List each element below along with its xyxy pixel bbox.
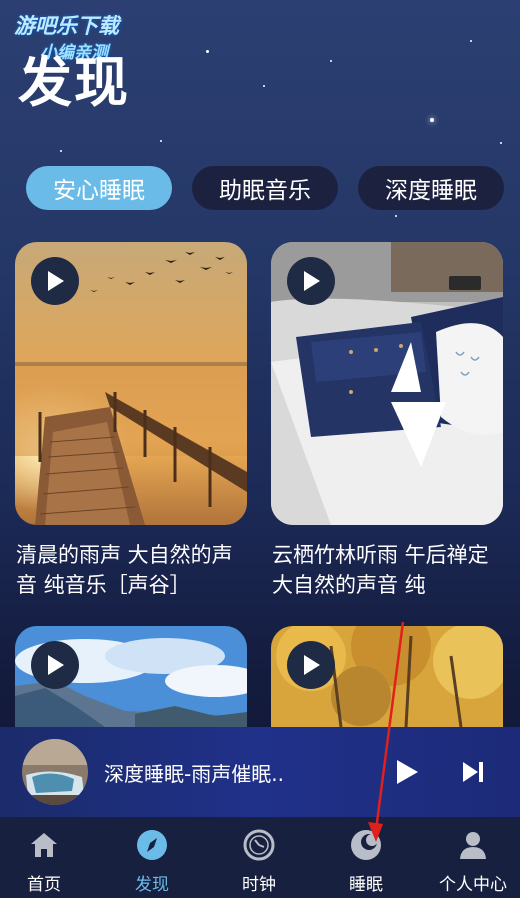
page-title: 发现 [18,51,130,114]
nav-item-home[interactable]: 首页 [0,817,96,898]
sound-card[interactable] [15,626,247,727]
sound-card[interactable] [271,626,503,727]
card-title[interactable]: 云栖竹林听雨 午后禅定 大自然的声音 纯 [272,540,508,600]
watermark-line1: 游吧乐下载 [14,14,119,38]
card-image-autumn-forest [271,626,503,727]
bottom-nav: 首页 发现 时钟 睡眠 个人中心 [0,817,520,898]
sound-card[interactable] [15,242,247,525]
clock-icon [243,829,275,861]
nav-label-profile: 个人中心 [439,875,507,895]
nav-label-discover: 发现 [135,875,169,895]
player-track-title: 深度睡眠-雨声催眠.. [104,762,284,786]
nav-item-clock[interactable]: 时钟 [207,817,311,898]
card-image-sunrise-pier [15,242,247,525]
nav-item-sleep[interactable]: 睡眠 [314,817,418,898]
play-icon [48,271,64,291]
nav-label-clock: 时钟 [242,875,276,895]
card-image-resting-person [271,242,503,525]
play-icon [304,271,320,291]
play-icon [397,760,418,784]
compass-icon [137,830,167,860]
play-button[interactable] [287,641,335,689]
tab-sleep-music[interactable]: 助眠音乐 [192,166,338,210]
skip-next-icon [463,762,483,782]
nav-label-home: 首页 [27,875,61,895]
play-icon [48,655,64,675]
home-icon [31,833,57,857]
moon-icon [351,830,381,860]
nav-item-discover[interactable]: 发现 [100,817,204,898]
nav-item-profile[interactable]: 个人中心 [421,817,520,898]
player-cover-art[interactable] [22,739,88,805]
sound-card[interactable] [271,242,503,525]
card-title[interactable]: 清晨的雨声 大自然的声音 纯音乐［声谷］ [16,540,252,600]
mini-player[interactable]: 深度睡眠-雨声催眠.. [0,727,520,817]
play-button[interactable] [31,641,79,689]
category-tabs: 安心睡眠 助眠音乐 深度睡眠 [0,166,520,210]
play-button[interactable] [287,257,335,305]
tab-deep-sleep[interactable]: 深度睡眠 [358,166,504,210]
nav-label-sleep: 睡眠 [349,875,383,895]
tab-peaceful-sleep[interactable]: 安心睡眠 [26,166,172,210]
card-image-mountain-sky [15,626,247,727]
play-icon [304,655,320,675]
player-next-button[interactable] [456,755,490,789]
play-button[interactable] [31,257,79,305]
player-play-button[interactable] [390,755,424,789]
person-icon [460,832,486,859]
